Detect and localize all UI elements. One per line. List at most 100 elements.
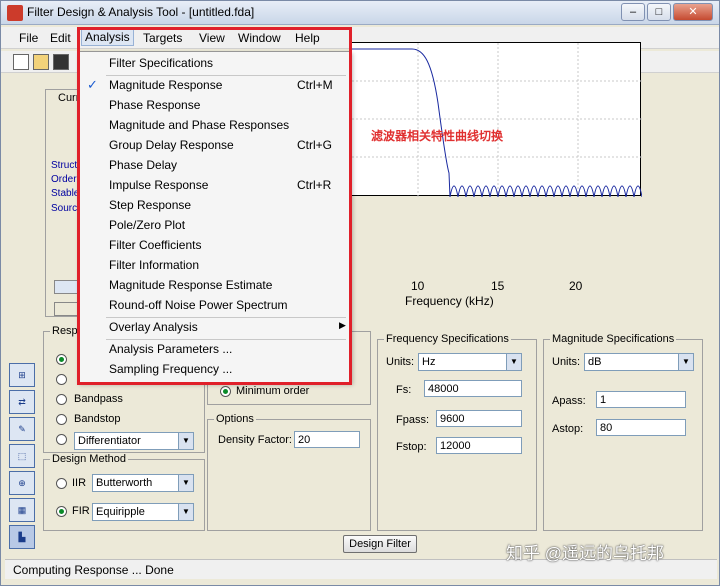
multirate-icon[interactable]: ⊕ [9, 471, 35, 495]
density-factor-input[interactable]: 20 [294, 431, 360, 448]
submenu-arrow-icon: ▶ [339, 320, 346, 330]
differentiator-radio[interactable] [56, 434, 67, 445]
close-button[interactable]: ✕ [673, 3, 713, 21]
fstop-input[interactable]: 12000 [436, 437, 522, 454]
response-type-title: Resp [50, 325, 80, 337]
astop-label: Astop: [552, 423, 584, 435]
menu-analysis-parameters[interactable]: Analysis Parameters ... [79, 340, 349, 360]
menu-item-label: Overlay Analysis [109, 320, 198, 334]
magnitude-specs-panel: Magnitude Specifications Units: dB ▼ Apa… [543, 333, 703, 531]
chevron-down-icon: ▼ [678, 354, 693, 370]
maximize-button[interactable]: □ [647, 3, 671, 21]
minimize-button[interactable]: – [621, 3, 645, 21]
astop-input[interactable]: 80 [596, 419, 686, 436]
order-label: Order: [51, 174, 80, 185]
menu-pole-zero-plot[interactable]: Pole/Zero Plot [79, 216, 349, 236]
fs-label: Fs: [396, 384, 412, 396]
menu-roundoff-noise[interactable]: Round-off Noise Power Spectrum [79, 296, 349, 316]
differentiator-select[interactable]: Differentiator ▼ [74, 432, 194, 450]
magnitude-response-plot [351, 42, 643, 198]
menu-item-label: Group Delay Response [109, 138, 234, 152]
menu-phase-delay[interactable]: Phase Delay [79, 156, 349, 176]
menu-magnitude-response[interactable]: ✓ Magnitude Response Ctrl+M [79, 76, 349, 96]
quantize-icon[interactable]: ▦ [9, 498, 35, 522]
chevron-down-icon: ▼ [178, 433, 193, 449]
plot-svg [352, 43, 643, 198]
frequency-specs-title: Frequency Specifications [384, 333, 511, 345]
menu-impulse-response[interactable]: Impulse Response Ctrl+R [79, 176, 349, 196]
fs-input[interactable]: 48000 [424, 380, 522, 397]
save-icon[interactable] [53, 54, 69, 70]
menu-magnitude-phase[interactable]: Magnitude and Phase Responses [79, 116, 349, 136]
menu-group-delay[interactable]: Group Delay Response Ctrl+G [79, 136, 349, 156]
menu-overlay-analysis[interactable]: Overlay Analysis ▶ [79, 318, 349, 338]
menu-item-label: Magnitude Response [109, 78, 223, 92]
density-factor-value: 20 [298, 434, 311, 446]
magnitude-specs-title: Magnitude Specifications [550, 333, 677, 345]
design-filter-mode-icon[interactable]: ▙ [9, 525, 35, 549]
bandpass-radio[interactable] [56, 394, 67, 405]
menu-file[interactable]: File [15, 30, 42, 46]
fstop-value: 12000 [440, 440, 471, 452]
mag-units-value: dB [588, 356, 602, 368]
lowpass-radio[interactable] [56, 354, 67, 365]
menu-item-label: Step Response [109, 198, 192, 212]
iir-method-value: Butterworth [96, 477, 153, 489]
menu-item-label: Pole/Zero Plot [109, 218, 186, 232]
freq-units-select[interactable]: Hz ▼ [418, 353, 522, 371]
menu-analysis[interactable]: Analysis [81, 28, 134, 46]
density-factor-label: Density Factor: [218, 434, 292, 446]
menu-item-label: Impulse Response [109, 178, 209, 192]
menu-filter-coefficients[interactable]: Filter Coefficients [79, 236, 349, 256]
menu-magnitude-estimate[interactable]: Magnitude Response Estimate [79, 276, 349, 296]
freq-units-label: Units: [386, 356, 415, 368]
fpass-label: Fpass: [396, 414, 430, 426]
annotation-text: 滤波器相关特性曲线切换 [371, 129, 504, 143]
menu-item-label: Analysis Parameters ... [109, 342, 233, 356]
bandstop-radio[interactable] [56, 414, 67, 425]
new-file-icon[interactable] [13, 54, 29, 70]
watermark-text: 知乎 @遥远的乌托邦 [506, 544, 664, 563]
menu-help[interactable]: Help [291, 30, 324, 46]
iir-method-select[interactable]: Butterworth ▼ [92, 474, 194, 492]
design-mode-sidebar: ⊞ ⇄ ✎ ⬚ ⊕ ▦ ▙ [7, 361, 37, 556]
menu-view[interactable]: View [195, 30, 229, 46]
minimum-order-label: Minimum order [236, 385, 310, 397]
menu-item-label: Filter Specifications [109, 56, 214, 70]
fpass-input[interactable]: 9600 [436, 410, 522, 427]
design-method-panel: Design Method IIR Butterworth ▼ FIR Equi… [43, 453, 205, 531]
fir-method-select[interactable]: Equiripple ▼ [92, 503, 194, 521]
x-axis-label: Frequency (kHz) [405, 294, 494, 308]
mag-units-select[interactable]: dB ▼ [584, 353, 694, 371]
convert-structure-icon[interactable]: ⊞ [9, 363, 35, 387]
menu-targets[interactable]: Targets [139, 30, 186, 46]
highpass-radio[interactable] [56, 374, 67, 385]
fdatool-window: Filter Design & Analysis Tool - [untitle… [0, 0, 720, 586]
apass-input[interactable]: 1 [596, 391, 686, 408]
menu-shortcut: Ctrl+M [297, 78, 333, 92]
menu-sampling-frequency[interactable]: Sampling Frequency ... [79, 360, 349, 380]
import-filter-icon[interactable]: ⬚ [9, 444, 35, 468]
realize-model-icon[interactable]: ⇄ [9, 390, 35, 414]
fstop-label: Fstop: [396, 441, 427, 453]
design-filter-button[interactable]: Design Filter [343, 535, 417, 553]
fpass-value: 9600 [440, 413, 465, 425]
open-folder-icon[interactable] [33, 54, 49, 70]
menu-window[interactable]: Window [234, 30, 285, 46]
iir-radio[interactable] [56, 478, 67, 489]
checkmark-icon: ✓ [87, 77, 98, 92]
menu-edit[interactable]: Edit [46, 30, 75, 46]
menu-item-label: Phase Response [109, 98, 201, 112]
menu-phase-response[interactable]: Phase Response [79, 96, 349, 116]
menu-step-response[interactable]: Step Response [79, 196, 349, 216]
menu-filter-information[interactable]: Filter Information [79, 256, 349, 276]
fs-value: 48000 [428, 383, 459, 395]
differentiator-value: Differentiator [78, 435, 141, 447]
fir-radio[interactable] [56, 506, 67, 517]
menu-item-label: Round-off Noise Power Spectrum [109, 298, 288, 312]
apass-label: Apass: [552, 395, 586, 407]
menu-filter-specifications[interactable]: Filter Specifications [79, 54, 349, 74]
bandstop-label: Bandstop [74, 413, 121, 425]
pole-zero-editor-icon[interactable]: ✎ [9, 417, 35, 441]
minimum-order-radio[interactable] [220, 386, 231, 397]
